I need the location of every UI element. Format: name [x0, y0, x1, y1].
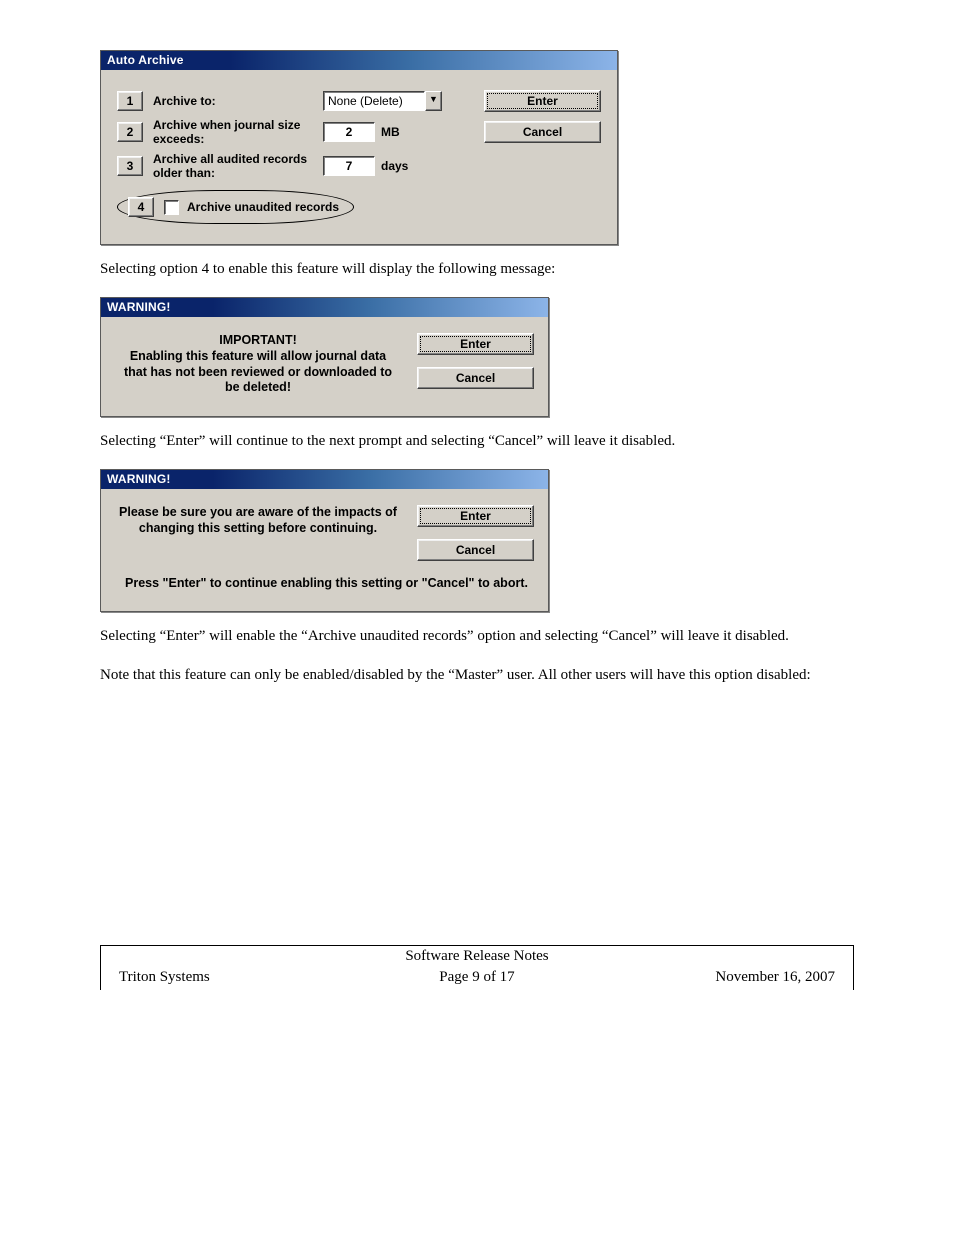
- size-unit-label: MB: [381, 125, 400, 139]
- days-unit-label: days: [381, 159, 408, 173]
- footer-company: Triton Systems: [101, 969, 354, 990]
- paragraph-1: Selecting option 4 to enable this featur…: [100, 259, 854, 279]
- row-unaudited: 4 Archive unaudited records: [117, 190, 601, 224]
- warning-1-enter-button[interactable]: Enter: [417, 333, 534, 355]
- circled-annotation: 4 Archive unaudited records: [117, 190, 354, 224]
- cancel-button[interactable]: Cancel: [484, 121, 601, 143]
- auto-archive-titlebar: Auto Archive: [101, 51, 617, 70]
- size-exceeds-label: Archive when journal size exceeds:: [153, 118, 323, 146]
- paragraph-2: Selecting “Enter” will continue to the n…: [100, 431, 854, 451]
- warning-2-body1: Please be sure you are aware of the impa…: [119, 505, 397, 536]
- warning-1-titlebar: WARNING!: [101, 298, 548, 317]
- footer-page: Page 9 of 17: [354, 969, 599, 990]
- option-4-button[interactable]: 4: [128, 197, 154, 217]
- warning-2-enter-button[interactable]: Enter: [417, 505, 534, 527]
- warning-1-window: WARNING! IMPORTANT! Enabling this featur…: [100, 297, 549, 417]
- warning-2-body2: Press "Enter" to continue enabling this …: [119, 575, 534, 591]
- warning-1-cancel-button[interactable]: Cancel: [417, 367, 534, 389]
- option-3-button[interactable]: 3: [117, 156, 143, 176]
- option-1-button[interactable]: 1: [117, 91, 143, 111]
- archive-to-value: None (Delete): [323, 91, 425, 111]
- archive-to-label: Archive to:: [153, 94, 323, 108]
- row-size-exceeds: 2 Archive when journal size exceeds: 2 M…: [117, 118, 601, 146]
- warning-2-titlebar: WARNING!: [101, 470, 548, 489]
- unaudited-label: Archive unaudited records: [187, 200, 339, 214]
- page-footer: Software Release Notes Triton Systems Pa…: [100, 945, 854, 990]
- paragraph-3: Selecting “Enter” will enable the “Archi…: [100, 626, 854, 646]
- warning-1-body: Enabling this feature will allow journal…: [119, 349, 397, 396]
- row-archive-to: 1 Archive to: None (Delete) ▼ Enter: [117, 90, 601, 112]
- warning-1-heading: IMPORTANT!: [119, 333, 397, 349]
- footer-title: Software Release Notes: [354, 948, 599, 969]
- older-than-value[interactable]: 7: [323, 156, 375, 176]
- unaudited-checkbox[interactable]: [164, 200, 179, 215]
- size-exceeds-value[interactable]: 2: [323, 122, 375, 142]
- warning-2-window: WARNING! Please be sure you are aware of…: [100, 469, 549, 612]
- row-older-than: 3 Archive all audited records older than…: [117, 152, 601, 180]
- older-than-label: Archive all audited records older than:: [153, 152, 323, 180]
- chevron-down-icon[interactable]: ▼: [425, 91, 442, 111]
- warning-2-cancel-button[interactable]: Cancel: [417, 539, 534, 561]
- auto-archive-client: 1 Archive to: None (Delete) ▼ Enter 2 Ar…: [101, 70, 617, 244]
- paragraph-4: Note that this feature can only be enabl…: [100, 665, 854, 685]
- enter-button[interactable]: Enter: [484, 90, 601, 112]
- footer-date: November 16, 2007: [600, 969, 853, 990]
- option-2-button[interactable]: 2: [117, 122, 143, 142]
- archive-to-dropdown[interactable]: None (Delete) ▼: [323, 91, 442, 111]
- auto-archive-window: Auto Archive 1 Archive to: None (Delete)…: [100, 50, 618, 245]
